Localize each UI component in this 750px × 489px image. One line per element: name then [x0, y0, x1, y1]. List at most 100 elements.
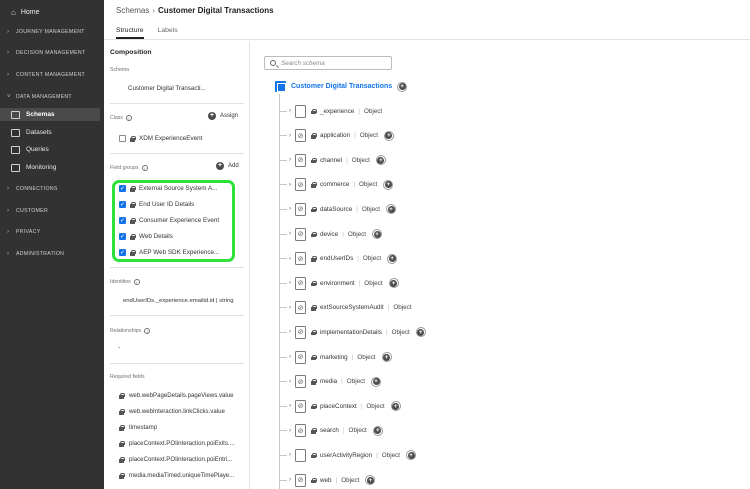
info-icon[interactable]: i — [125, 115, 132, 121]
nav-home[interactable]: ⌂ Home — [11, 6, 40, 18]
divider — [110, 267, 244, 268]
required-field[interactable]: placeContext.POIinteraction.poiExits.... — [119, 440, 235, 447]
add-field-button[interactable]: + — [388, 278, 399, 289]
nav-section-connections[interactable]: › CONNECTIONS — [7, 186, 58, 192]
add-field-button[interactable]: + — [386, 204, 397, 215]
field-type: Object — [366, 402, 385, 410]
required-field[interactable]: web.webInteraction.linkClicks.value — [119, 408, 225, 415]
sidebar-item-monitoring[interactable]: Monitoring — [0, 161, 100, 174]
schema-field-row[interactable]: › ⊘ commerce | Object + — [279, 177, 394, 193]
schema-field-row[interactable]: › ⊘ marketing | Object + — [279, 349, 392, 365]
required-field[interactable]: media.mediaTimed.uniqueTimePlaye... — [119, 472, 234, 479]
nav-section-data-management[interactable]: ˅ DATA MANAGEMENT — [7, 94, 72, 100]
add-field-button[interactable]: + — [381, 352, 392, 362]
field-groups-label: Field groups i — [110, 165, 148, 171]
add-field-button[interactable]: + — [365, 475, 376, 485]
class-item[interactable]: XDM ExperienceEvent — [119, 135, 202, 142]
add-field-button[interactable]: + — [372, 425, 383, 436]
home-icon: ⌂ — [11, 7, 16, 17]
sidebar-item-label: Schemas — [26, 111, 55, 118]
schema-field-row[interactable]: › ⊘ environment | Object + — [279, 275, 399, 291]
chevron-right-icon: › — [7, 72, 10, 78]
info-icon[interactable]: i — [133, 279, 140, 285]
schema-field-row[interactable]: › ⊘ placeContext | Object + — [279, 398, 401, 414]
composition-panel: Composition Schema Customer Digital Tran… — [104, 41, 250, 489]
schema-field-row[interactable]: › userActivityRegion | Object + — [279, 447, 416, 463]
add-field-button[interactable]: + — [383, 130, 394, 141]
required-field[interactable]: timestamp — [119, 424, 157, 431]
add-field-button[interactable]: + — [387, 253, 398, 264]
nav-section-customer[interactable]: › CUSTOMER — [7, 208, 48, 214]
field-groups-highlight — [112, 180, 235, 262]
schema-field-row[interactable]: › ⊘ implementationDetails | Object + — [279, 324, 426, 340]
tab-structure[interactable]: Structure — [116, 27, 144, 39]
add-field-button[interactable]: + — [390, 401, 401, 412]
schema-name[interactable]: Customer Digital Transacti... — [128, 85, 206, 92]
sidebar-item-schemas[interactable]: Schemas — [0, 108, 100, 121]
tab-labels[interactable]: Labels — [158, 27, 178, 39]
lock-icon — [311, 428, 317, 434]
schema-root[interactable]: Customer Digital Transactions + — [275, 81, 408, 92]
add-field-button[interactable]: + — [406, 450, 416, 461]
lock-icon — [119, 425, 125, 431]
add-field-button[interactable]: + — [383, 179, 394, 190]
chevron-down-icon: ˅ — [7, 94, 11, 100]
required-field-name: placeContext.POIinteraction.poiEntri... — [129, 456, 233, 463]
lock-icon — [311, 108, 317, 114]
schema-field-row[interactable]: › _experience | Object — [279, 103, 382, 119]
tree-connector — [279, 110, 287, 112]
chevron-right-icon: › — [7, 251, 10, 257]
required-field[interactable]: web.webPageDetails.pageViews.value — [119, 392, 234, 399]
sidebar-item-label: Queries — [26, 146, 49, 153]
schema-field-row[interactable]: › ⊘ endUserIDs | Object + — [279, 251, 398, 267]
nav-section-privacy[interactable]: › PRIVACY — [7, 229, 41, 235]
schema-field-row[interactable]: › ⊘ channel | Object + — [279, 152, 386, 168]
nav-section-administration[interactable]: › ADMINISTRATION — [7, 251, 64, 257]
schema-field-row[interactable]: › ⊘ extSourceSystemAudit | Object — [279, 300, 412, 316]
info-icon[interactable]: i — [141, 165, 148, 171]
schema-field-row[interactable]: › ⊘ media | Object + — [279, 374, 381, 390]
search-input[interactable]: Search schema — [264, 56, 392, 70]
nav-section-label: ADMINISTRATION — [16, 251, 65, 257]
tree-connector — [279, 233, 287, 235]
add-field-button[interactable]: + — [375, 155, 386, 166]
schema-root-label: Customer Digital Transactions — [291, 83, 393, 90]
tree-connector — [279, 405, 287, 407]
tree-connector — [279, 135, 287, 137]
schema-field-row[interactable]: › ⊘ device | Object + — [279, 226, 383, 242]
nav-section-journey-management[interactable]: › JOURNEY MANAGEMENT — [7, 29, 85, 35]
link-icon: ⊘ — [295, 202, 306, 216]
info-icon[interactable]: i — [144, 328, 151, 334]
field-separator: | — [385, 328, 388, 336]
add-field-group-button[interactable]: + Add — [216, 162, 239, 170]
schema-field-row[interactable]: › ⊘ dataSource | Object + — [279, 201, 397, 217]
checkbox[interactable] — [119, 135, 126, 142]
field-separator: | — [387, 304, 390, 312]
add-icon: + — [208, 112, 216, 120]
breadcrumb-parent[interactable]: Schemas — [116, 6, 149, 15]
link-icon: ⊘ — [295, 276, 306, 290]
field-name: marketing — [320, 353, 348, 361]
nav-section-decision-management[interactable]: › DECISION MANAGEMENT — [7, 50, 85, 56]
add-field-button[interactable]: + — [372, 229, 383, 239]
nav-section-content-management[interactable]: › CONTENT MANAGEMENT — [7, 72, 85, 78]
identity-value[interactable]: endUserIDs._experience.emailid.id | stri… — [123, 298, 234, 304]
schema-field-row[interactable]: › ⊘ application | Object + — [279, 128, 394, 144]
assign-class-button[interactable]: + Assign — [208, 112, 238, 120]
schema-field-row[interactable]: › ⊘ web | Object + — [279, 472, 376, 488]
add-field-button[interactable]: + — [415, 327, 426, 338]
add-icon: + — [374, 427, 382, 435]
nav-section-label: DATA MANAGEMENT — [16, 94, 72, 100]
lock-icon — [311, 280, 317, 287]
add-field-button[interactable]: + — [371, 376, 381, 387]
required-field-name: timestamp — [129, 424, 158, 431]
add-icon: + — [417, 328, 425, 336]
required-field[interactable]: placeContext.POIinteraction.poiEntri... — [119, 456, 232, 463]
add-icon: + — [383, 353, 390, 361]
sidebar-item-queries[interactable]: Queries — [0, 143, 100, 156]
schema-field-row[interactable]: › ⊘ search | Object + — [279, 423, 383, 439]
link-icon: ⊘ — [295, 153, 306, 167]
add-field-button[interactable]: + — [397, 81, 408, 92]
sidebar-item-datasets[interactable]: Datasets — [0, 126, 100, 139]
tree-connector — [279, 208, 287, 210]
